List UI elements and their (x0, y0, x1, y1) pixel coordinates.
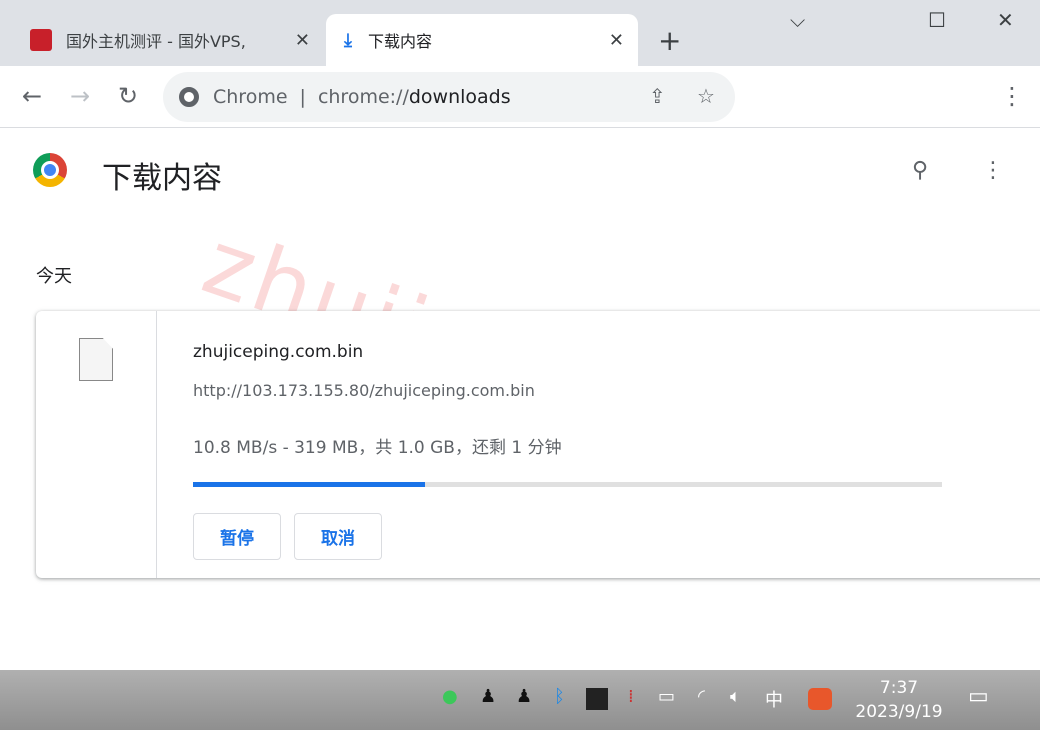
cancel-button[interactable]: 取消 (294, 513, 382, 560)
progress-bar (193, 482, 942, 487)
battery-icon[interactable]: ▭ (658, 686, 675, 707)
chrome-logo-icon (33, 153, 67, 187)
date: 2023/9/19 (855, 702, 943, 722)
address-bar[interactable]: Chrome | chrome://downloads ⇪ ☆ (163, 72, 735, 122)
tab-zhujiceping[interactable]: 国外主机测评 - 国外VPS, ✕ (14, 14, 324, 66)
nvidia-icon[interactable] (586, 688, 608, 710)
site-favicon-icon (30, 29, 52, 51)
file-url-link[interactable]: http://103.173.155.80/zhujiceping.com.bi… (193, 381, 535, 400)
bluetooth-icon[interactable]: ᛒ (554, 686, 565, 707)
bookmark-star-icon[interactable]: ☆ (697, 84, 715, 108)
download-status: 10.8 MB/s - 319 MB，共 1.0 GB，还剩 1 分钟 (193, 438, 562, 458)
forward-button[interactable]: → (70, 82, 90, 110)
maximize-button[interactable]: ☐ (928, 8, 946, 32)
close-tab-icon[interactable]: ✕ (295, 30, 310, 51)
tab-search-icon[interactable]: ⌵ (790, 8, 805, 32)
wechat-icon[interactable]: ● (442, 686, 458, 707)
close-tab-icon[interactable]: ✕ (609, 30, 624, 51)
app-tray-icon[interactable]: ⁞ (628, 686, 634, 707)
browser-menu-icon[interactable]: ⋮ (1000, 82, 1024, 110)
qq-offline-icon[interactable]: ♟ (516, 686, 532, 707)
url-path: downloads (408, 86, 511, 108)
time: 7:37 (879, 678, 919, 698)
more-icon[interactable]: ⋮ (982, 158, 1004, 183)
download-item: zhujiceping.com.bin http://103.173.155.8… (36, 311, 1040, 578)
pause-button[interactable]: 暂停 (193, 513, 281, 560)
clock[interactable]: 7:37 2023/9/19 (852, 676, 946, 724)
share-icon[interactable]: ⇪ (649, 84, 666, 108)
file-name-link[interactable]: zhujiceping.com.bin (193, 342, 363, 362)
ime-indicator[interactable]: 中 (765, 686, 783, 712)
file-icon (79, 338, 113, 381)
divider (156, 311, 157, 578)
separator: | (299, 86, 306, 108)
taskbar: ● ♟ ♟ ᛒ ⁞ ▭ ◜ 🔈︎ 中 7:37 2023/9/19 ▭ (0, 670, 1040, 730)
downloads-header: 下载内容 ⚲ ⋮ (0, 128, 1040, 218)
tab-title: 下载内容 (367, 32, 432, 51)
new-tab-button[interactable]: + (658, 24, 681, 57)
close-window-button[interactable]: ✕ (997, 8, 1014, 32)
sogou-icon[interactable] (808, 688, 832, 710)
toolbar: ← → ↻ Chrome | chrome://downloads ⇪ ☆ ⋮ (0, 66, 1040, 128)
tab-downloads[interactable]: ⤓ 下载内容 ✕ (326, 14, 638, 66)
progress-fill (193, 482, 426, 487)
tab-strip: 国外主机测评 - 国外VPS, ✕ ⤓ 下载内容 ✕ + ⌵ ☐ ✕ (0, 0, 1040, 66)
back-button[interactable]: ← (22, 82, 42, 110)
page-title: 下载内容 (102, 161, 222, 196)
site-label: Chrome (213, 86, 288, 108)
chrome-icon (179, 87, 199, 107)
download-icon: ⤓ (344, 29, 352, 51)
date-section-label: 今天 (36, 266, 72, 287)
url-scheme: chrome:// (317, 86, 409, 108)
wifi-icon[interactable]: ◜ (698, 686, 705, 707)
volume-icon[interactable]: 🔈︎ (730, 686, 741, 707)
qq-icon[interactable]: ♟ (480, 686, 496, 707)
notification-icon[interactable]: ▭ (968, 684, 989, 709)
search-icon[interactable]: ⚲ (912, 158, 928, 183)
tab-title: 国外主机测评 - 国外VPS, (66, 32, 246, 51)
reload-button[interactable]: ↻ (118, 82, 138, 110)
